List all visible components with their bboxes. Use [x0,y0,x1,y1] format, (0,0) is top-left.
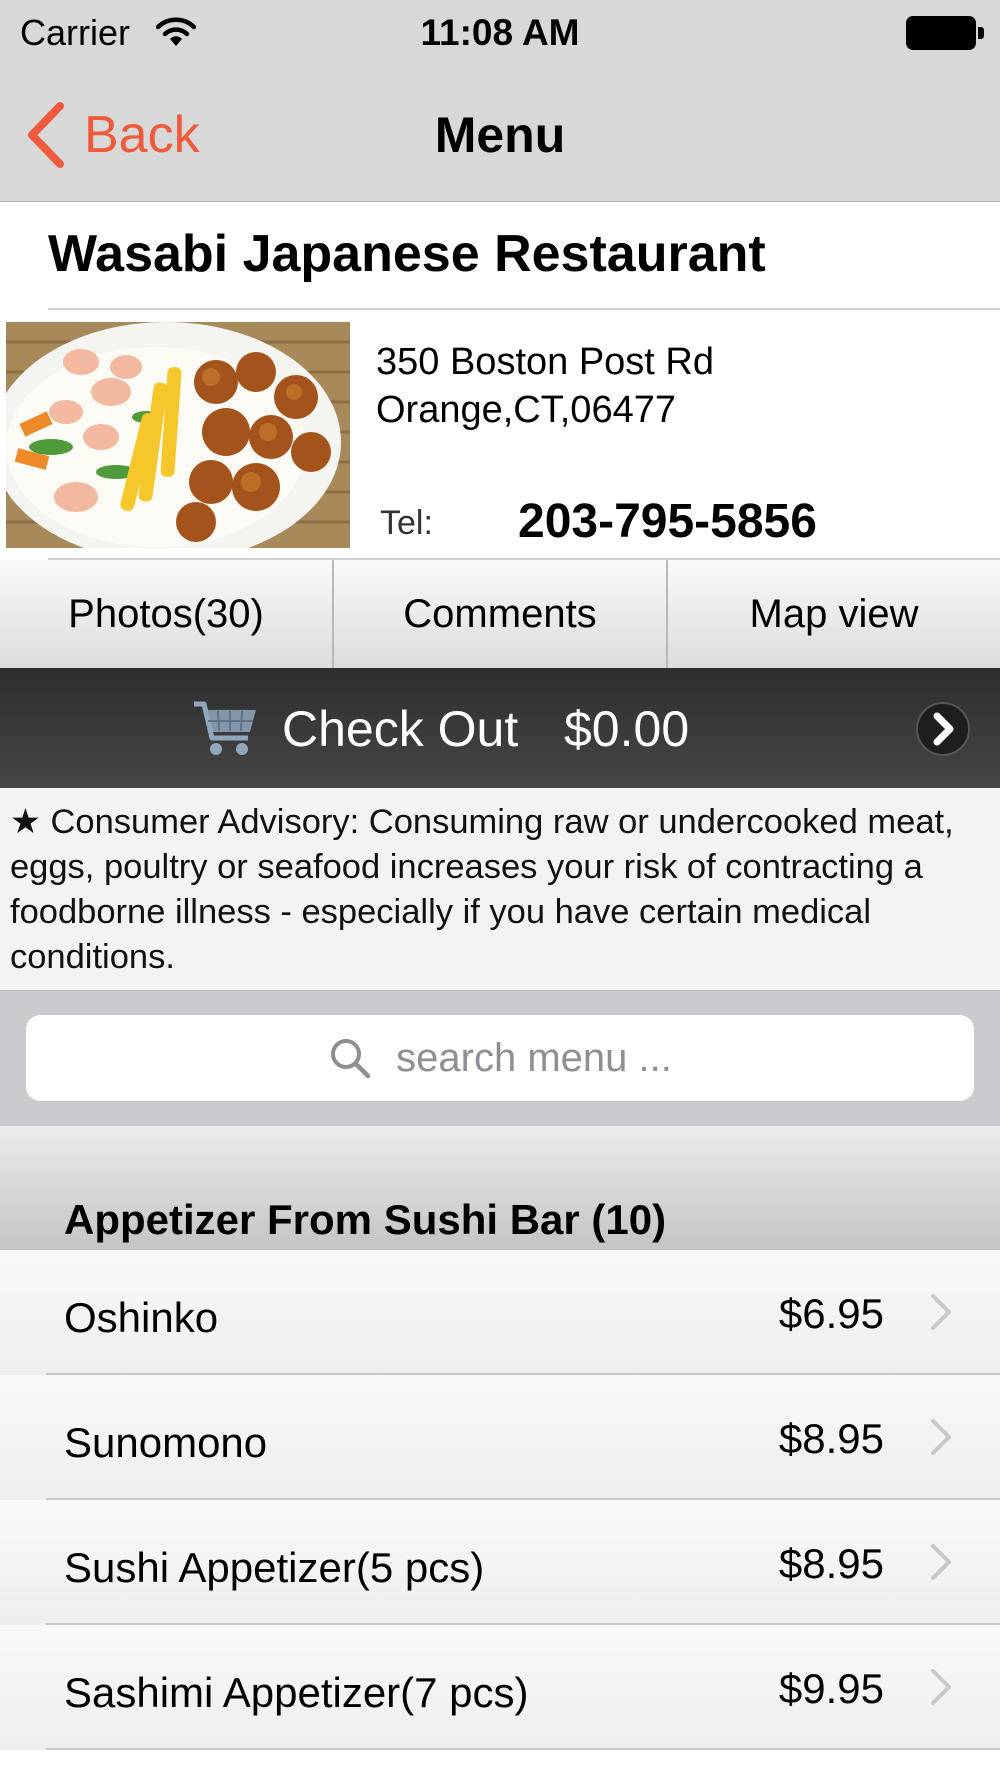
menu-item-row[interactable]: Oshinko $6.95 [0,1250,1000,1375]
menu-item-price: $6.95 [778,1290,884,1337]
menu-item-name: Sunomono [64,1419,268,1466]
restaurant-name: Wasabi Japanese Restaurant [48,225,766,283]
menu-item-price: $9.95 [778,1665,884,1712]
menu-item-name: Oshinko [64,1294,219,1341]
checkout-button[interactable]: Check Out $0.00 [0,668,1000,788]
tel-label: Tel: [380,504,433,542]
search-bar: search menu ... [0,990,1000,1126]
comments-button[interactable]: Comments [332,560,666,668]
phone-number-link[interactable]: 203-795-5856 [518,494,817,549]
menu-item-price: $8.95 [778,1540,884,1587]
info-tabs: Photos(30) Comments Map view [0,560,1000,668]
restaurant-address: 350 Boston Post Rd Orange,CT,06477 [376,338,714,434]
search-input[interactable]: search menu ... [26,1015,974,1101]
map-view-button[interactable]: Map view [666,560,1000,668]
chevron-right-icon [931,1544,951,1580]
menu-item-row[interactable]: Sashimi Appetizer(7 pcs) $9.95 [0,1625,1000,1750]
address-line-2: Orange,CT,06477 [376,389,676,431]
menu-item-name: Sushi Appetizer(5 pcs) [64,1544,485,1591]
menu-item-price: $8.95 [778,1415,884,1462]
search-icon [331,1039,371,1079]
search-placeholder: search menu ... [396,1035,672,1080]
restaurant-photo[interactable] [6,322,350,548]
chevron-right-icon [931,1294,951,1330]
status-bar: Carrier 11:08 AM [0,0,1000,66]
menu-item-row[interactable]: Sushi Appetizer(5 pcs) $8.95 [0,1500,1000,1625]
consumer-advisory: ★ Consumer Advisory: Consuming raw or un… [0,788,1000,990]
navigation-bar: Back Menu [0,66,1000,202]
menu-item-row[interactable]: Sunomono $8.95 [0,1375,1000,1500]
status-time: 11:08 AM [420,12,580,53]
photos-button[interactable]: Photos(30) [0,560,332,668]
section-header: Appetizer From Sushi Bar (10) [0,1126,1000,1250]
checkout-label: Check Out [282,701,519,757]
shopping-cart-icon [194,701,256,755]
section-title: Appetizer From Sushi Bar (10) [64,1196,667,1243]
menu-item-name: Sashimi Appetizer(7 pcs) [64,1669,529,1716]
battery-icon [906,16,984,50]
page-title: Menu [434,107,566,163]
chevron-right-circle-icon [916,702,970,756]
divider [48,308,1000,310]
chevron-right-icon [931,1669,951,1705]
chevron-right-icon [931,1419,951,1455]
checkout-total: $0.00 [564,701,690,757]
address-line-1: 350 Boston Post Rd [376,341,714,383]
menu-list: Oshinko $6.95 Sunomono $8.95 Sushi Appet… [0,1250,1000,1750]
